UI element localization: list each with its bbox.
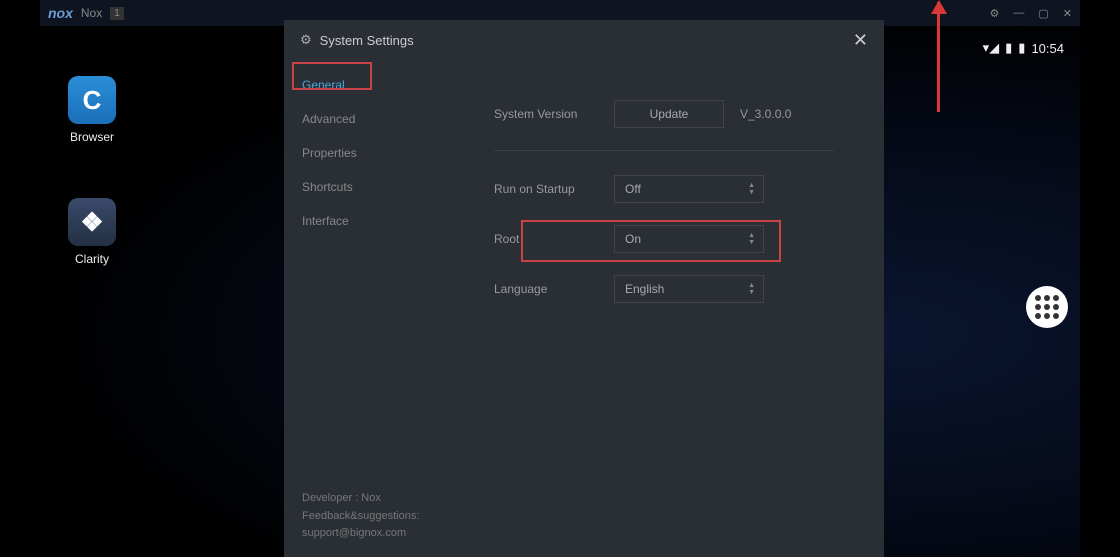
root-label: Root [494, 232, 614, 246]
support-email: support@bignox.com [302, 525, 396, 543]
multi-instance-icon[interactable]: 1 [110, 7, 124, 20]
divider [494, 150, 834, 151]
spinner-icon: ▲▼ [748, 182, 755, 196]
signal-icon: ▮ [1005, 40, 1012, 56]
select-value: Off [625, 182, 641, 196]
clarity-icon: ❖ [68, 198, 116, 246]
app-label: Clarity [75, 252, 109, 266]
sidebar-item-advanced[interactable]: Advanced [284, 102, 414, 136]
run-on-startup-row: Run on Startup Off ▲▼ [494, 175, 834, 203]
system-version-label: System Version [494, 107, 614, 121]
android-status-bar: ▾◢ ▮ ▮ 10:54 [983, 40, 1064, 56]
window-title: Nox [81, 6, 102, 20]
browser-icon: C [68, 76, 116, 124]
settings-content: System Version Update V_3.0.0.0 Run on S… [414, 60, 884, 557]
dialog-title: System Settings [320, 33, 414, 48]
sidebar-item-label: Advanced [302, 112, 355, 126]
select-value: On [625, 232, 641, 246]
dialog-header: ⚙ System Settings ✕ [284, 20, 884, 60]
window-controls: ⚙ — ▢ ✕ [990, 7, 1073, 20]
language-select[interactable]: English ▲▼ [614, 275, 764, 303]
dialog-body: General Advanced Properties Shortcuts In… [284, 60, 884, 557]
app-label: Browser [70, 130, 114, 144]
battery-icon: ▮ [1018, 40, 1025, 56]
sidebar-item-shortcuts[interactable]: Shortcuts [284, 170, 414, 204]
root-row: Root On ▲▼ [494, 225, 834, 253]
sidebar-item-label: Interface [302, 214, 349, 228]
feedback-line: Feedback&suggestions: [302, 508, 396, 526]
language-label: Language [494, 282, 614, 296]
app-icon-browser[interactable]: C Browser [62, 76, 122, 144]
minimize-icon[interactable]: — [1013, 7, 1024, 20]
spinner-icon: ▲▼ [748, 232, 755, 246]
system-version-row: System Version Update V_3.0.0.0 [494, 100, 834, 128]
sidebar-item-label: Shortcuts [302, 180, 353, 194]
run-on-startup-label: Run on Startup [494, 182, 614, 196]
spinner-icon: ▲▼ [748, 282, 755, 296]
gear-icon: ⚙ [300, 32, 312, 48]
apps-grid-icon [1035, 295, 1059, 319]
sidebar-item-interface[interactable]: Interface [284, 204, 414, 238]
sidebar-item-properties[interactable]: Properties [284, 136, 414, 170]
clock: 10:54 [1031, 41, 1064, 56]
root-select[interactable]: On ▲▼ [614, 225, 764, 253]
wifi-icon: ▾◢ [983, 40, 1000, 56]
language-row: Language English ▲▼ [494, 275, 834, 303]
dialog-close-button[interactable]: ✕ [853, 30, 868, 51]
select-value: English [625, 282, 664, 296]
close-icon[interactable]: ✕ [1063, 7, 1072, 20]
version-text: V_3.0.0.0 [740, 107, 791, 121]
settings-icon[interactable]: ⚙ [990, 7, 1000, 20]
sidebar-footer: Developer : Nox Feedback&suggestions: su… [284, 476, 414, 557]
sidebar-item-general[interactable]: General [284, 68, 414, 102]
run-on-startup-select[interactable]: Off ▲▼ [614, 175, 764, 203]
system-settings-dialog: ⚙ System Settings ✕ General Advanced Pro… [284, 20, 884, 557]
update-button[interactable]: Update [614, 100, 724, 128]
sidebar-item-label: General [302, 78, 345, 92]
nox-logo: nox [48, 5, 73, 21]
app-drawer-button[interactable] [1026, 286, 1068, 328]
app-icon-clarity[interactable]: ❖ Clarity [62, 198, 122, 266]
settings-sidebar: General Advanced Properties Shortcuts In… [284, 60, 414, 557]
developer-line: Developer : Nox [302, 490, 396, 508]
maximize-icon[interactable]: ▢ [1038, 7, 1048, 20]
sidebar-item-label: Properties [302, 146, 357, 160]
